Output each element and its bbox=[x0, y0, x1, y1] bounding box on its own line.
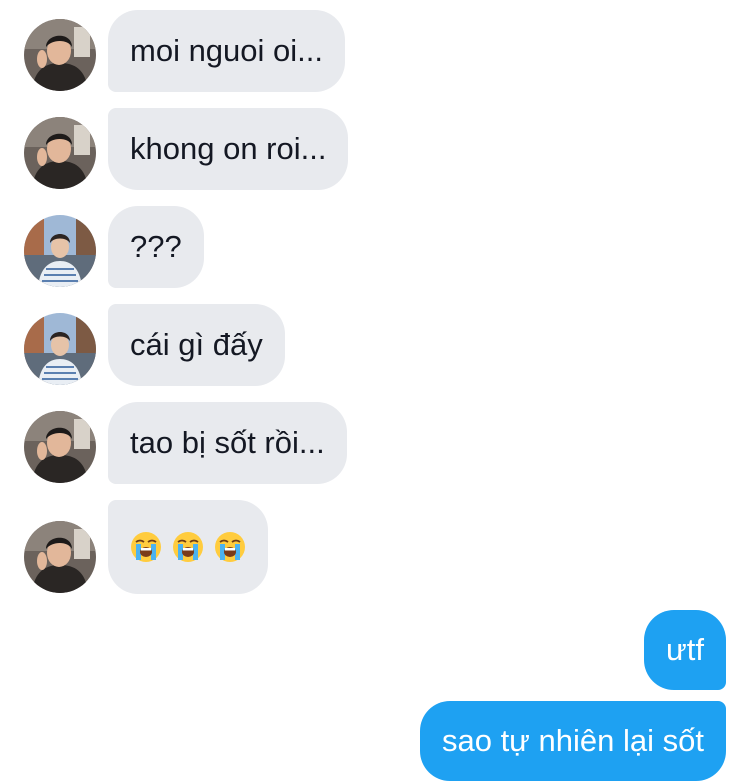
outgoing-message-bubble[interactable]: ưtf bbox=[644, 610, 726, 690]
message-thread: moi nguoi oi... khong on roi... ??? cái … bbox=[0, 0, 750, 781]
message-row: ??? bbox=[0, 206, 750, 288]
loudly-crying-face-icon bbox=[172, 531, 204, 563]
avatar[interactable] bbox=[24, 411, 96, 483]
message-row: cái gì đấy bbox=[0, 304, 750, 386]
incoming-message-bubble[interactable]: khong on roi... bbox=[108, 108, 349, 190]
incoming-message-bubble[interactable]: tao bị sốt rồi... bbox=[108, 402, 347, 484]
message-row: moi nguoi oi... bbox=[0, 10, 750, 92]
incoming-emoji-bubble[interactable] bbox=[108, 500, 268, 594]
avatar[interactable] bbox=[24, 19, 96, 91]
avatar[interactable] bbox=[24, 521, 96, 593]
incoming-message-bubble[interactable]: cái gì đấy bbox=[108, 304, 285, 386]
message-row: khong on roi... bbox=[0, 108, 750, 190]
avatar[interactable] bbox=[24, 313, 96, 385]
outgoing-message-bubble[interactable]: sao tự nhiên lại sốt bbox=[419, 701, 726, 781]
incoming-message-bubble[interactable]: moi nguoi oi... bbox=[108, 10, 345, 92]
message-row bbox=[0, 500, 750, 594]
incoming-message-bubble[interactable]: ??? bbox=[108, 206, 204, 288]
loudly-crying-face-icon bbox=[130, 531, 162, 563]
avatar[interactable] bbox=[24, 215, 96, 287]
avatar[interactable] bbox=[24, 117, 96, 189]
message-row: tao bị sốt rồi... bbox=[0, 402, 750, 484]
loudly-crying-face-icon bbox=[214, 531, 246, 563]
